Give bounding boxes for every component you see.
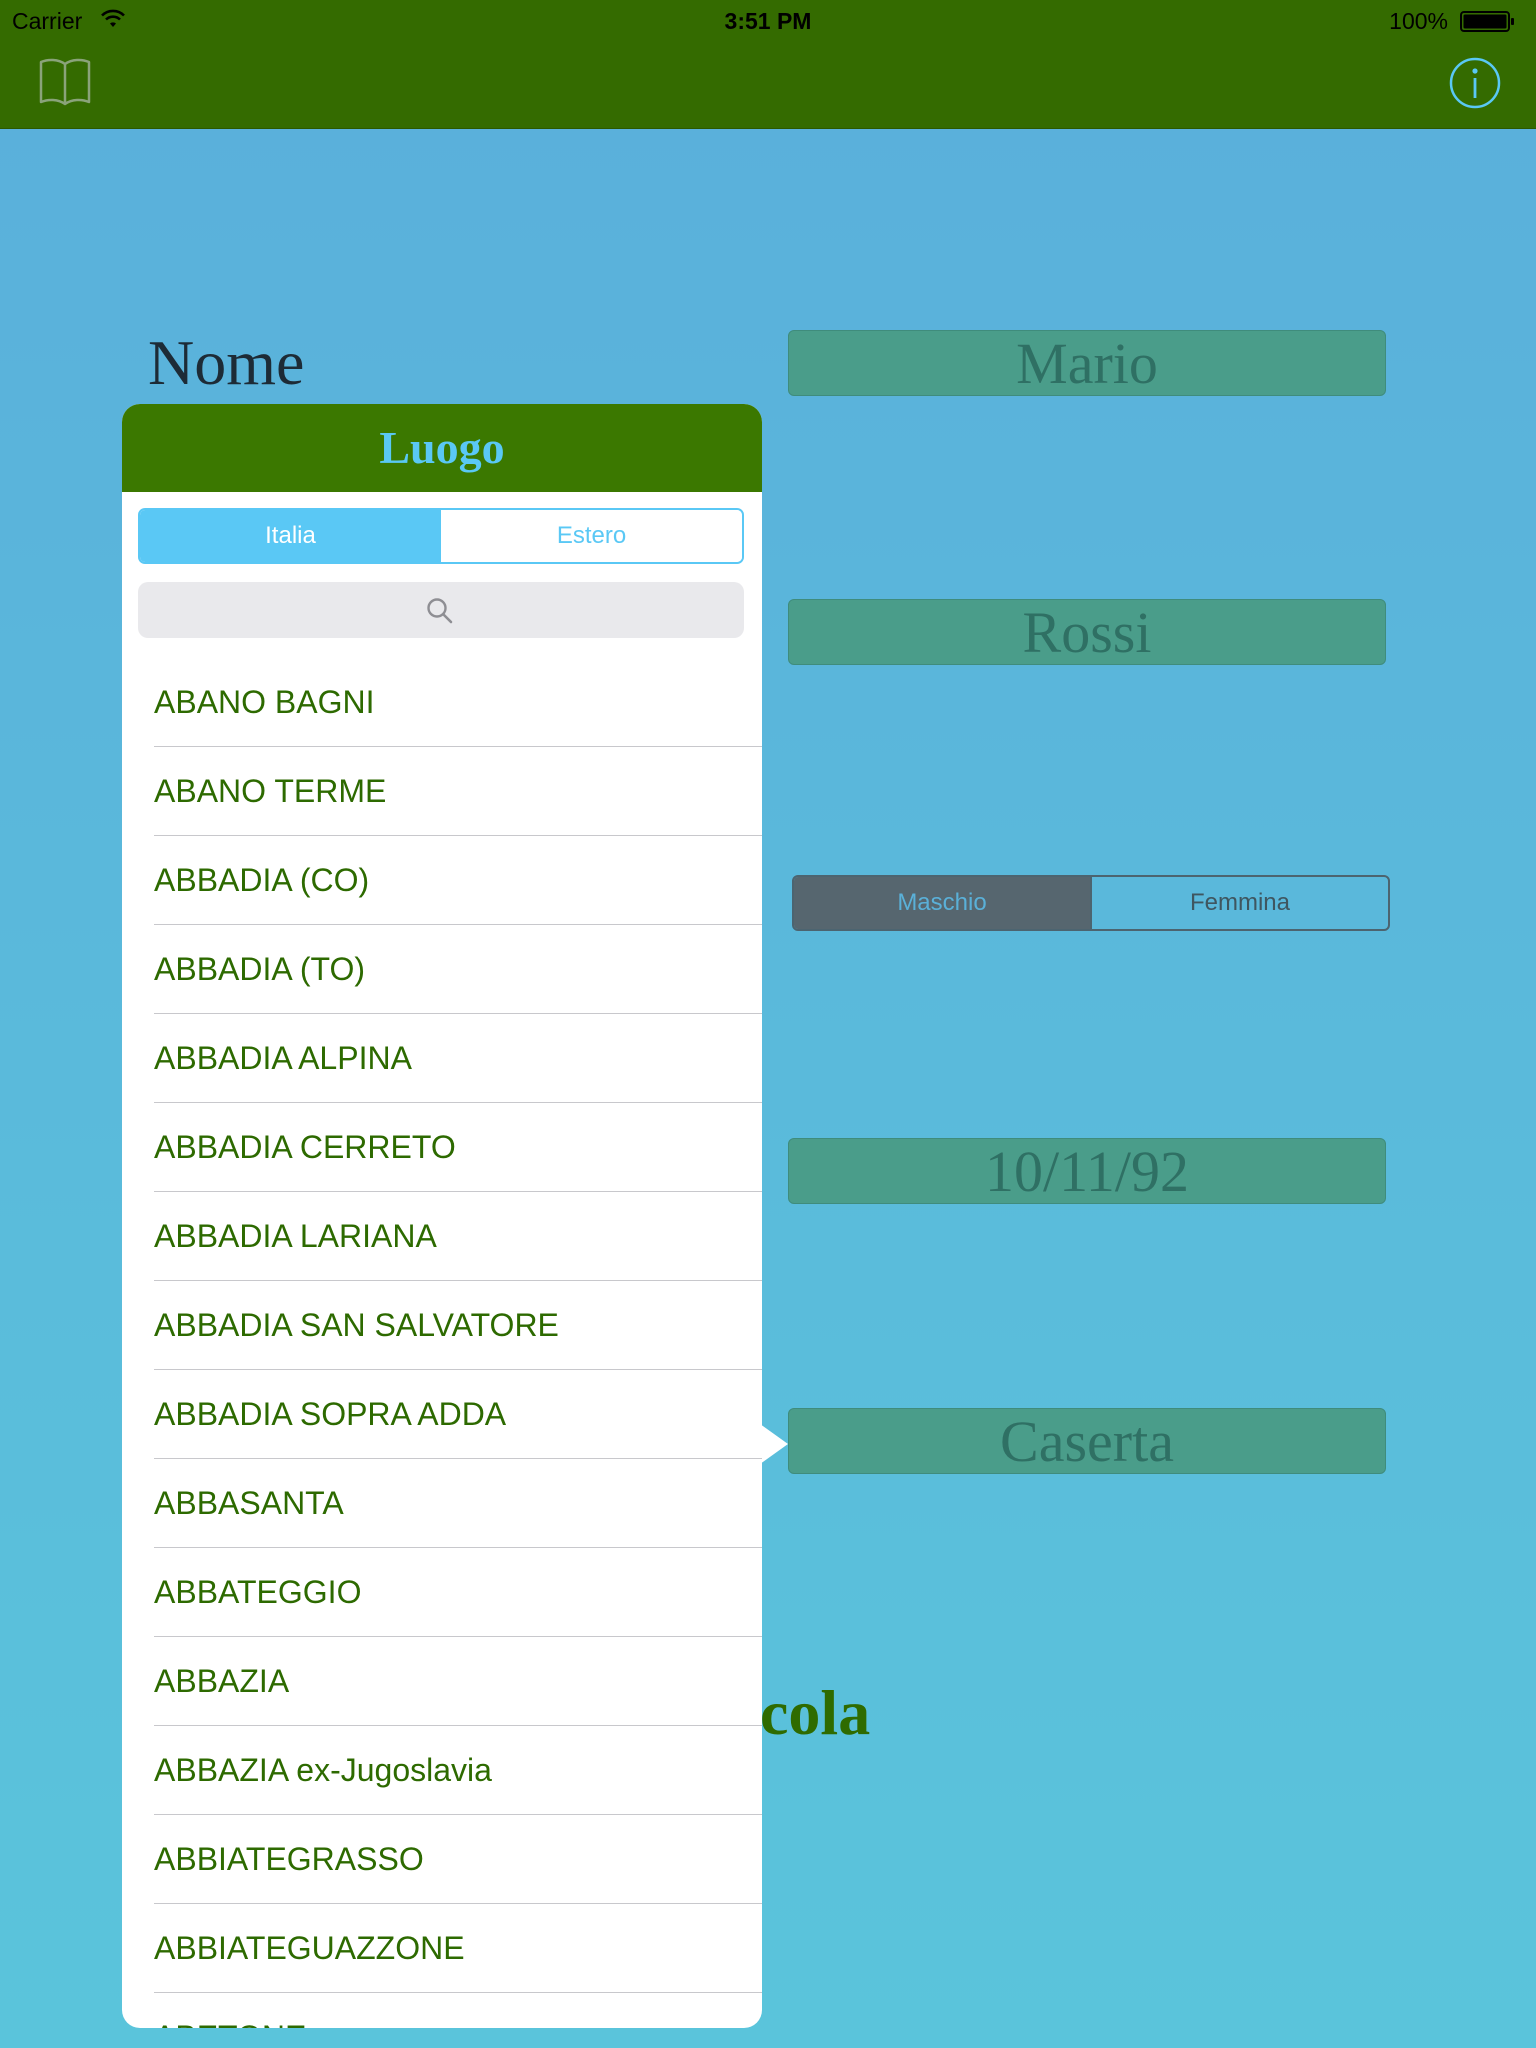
place-list: ABANO BAGNI ABANO TERME ABBADIA (CO) ABB…: [122, 658, 762, 2028]
list-item[interactable]: ABBAZIA ex-Jugoslavia: [154, 1726, 762, 1815]
list-item[interactable]: ABBAZIA: [154, 1637, 762, 1726]
list-item[interactable]: ABBADIA CERRETO: [154, 1103, 762, 1192]
calculate-button-label[interactable]: cola: [760, 1676, 870, 1750]
info-icon[interactable]: [1448, 56, 1502, 110]
search-icon: [427, 598, 453, 624]
segment-estero[interactable]: Estero: [441, 510, 742, 562]
list-item[interactable]: ABANO BAGNI: [154, 658, 762, 747]
list-item[interactable]: ABBADIA (TO): [154, 925, 762, 1014]
luogo-popover: Luogo Italia Estero ABANO BAGNI ABANO TE…: [122, 404, 762, 2028]
list-item[interactable]: ABBADIA SOPRA ADDA: [154, 1370, 762, 1459]
list-item[interactable]: ABBADIA (CO): [154, 836, 762, 925]
list-item[interactable]: ABBADIA ALPINA: [154, 1014, 762, 1103]
list-item[interactable]: ABBIATEGRASSO: [154, 1815, 762, 1904]
birthdate-field[interactable]: 10/11/92: [788, 1138, 1386, 1204]
list-item[interactable]: ABBIATEGUAZZONE: [154, 1904, 762, 1993]
gender-segmented-control[interactable]: Maschio Femmina: [792, 875, 1390, 931]
list-item[interactable]: ABBADIA LARIANA: [154, 1192, 762, 1281]
nome-field[interactable]: Mario: [788, 330, 1386, 396]
nome-label: Nome: [148, 327, 305, 398]
birthplace-field[interactable]: Caserta: [788, 1408, 1386, 1474]
search-bar[interactable]: [138, 582, 744, 638]
navigation-bar: [0, 40, 1536, 129]
status-time: 3:51 PM: [724, 8, 812, 34]
battery-percentage: 100%: [1389, 8, 1448, 34]
country-segmented-control[interactable]: Italia Estero: [138, 508, 744, 564]
list-item[interactable]: ABETONE: [154, 1993, 762, 2028]
status-bar: Carrier 3:51 PM 100%: [0, 0, 1536, 40]
list-item[interactable]: ABBATEGGIO: [154, 1548, 762, 1637]
gender-maschio-segment[interactable]: Maschio: [794, 877, 1090, 929]
segment-italia[interactable]: Italia: [140, 510, 441, 562]
popover-arrow: [760, 1424, 788, 1464]
book-icon[interactable]: [38, 56, 92, 108]
cognome-field[interactable]: Rossi: [788, 599, 1386, 665]
list-item[interactable]: ABANO TERME: [154, 747, 762, 836]
battery-icon: [1460, 11, 1514, 32]
list-item[interactable]: ABBASANTA: [154, 1459, 762, 1548]
popover-title: Luogo: [122, 404, 762, 492]
list-item[interactable]: ABBADIA SAN SALVATORE: [154, 1281, 762, 1370]
gender-femmina-segment[interactable]: Femmina: [1090, 877, 1388, 929]
